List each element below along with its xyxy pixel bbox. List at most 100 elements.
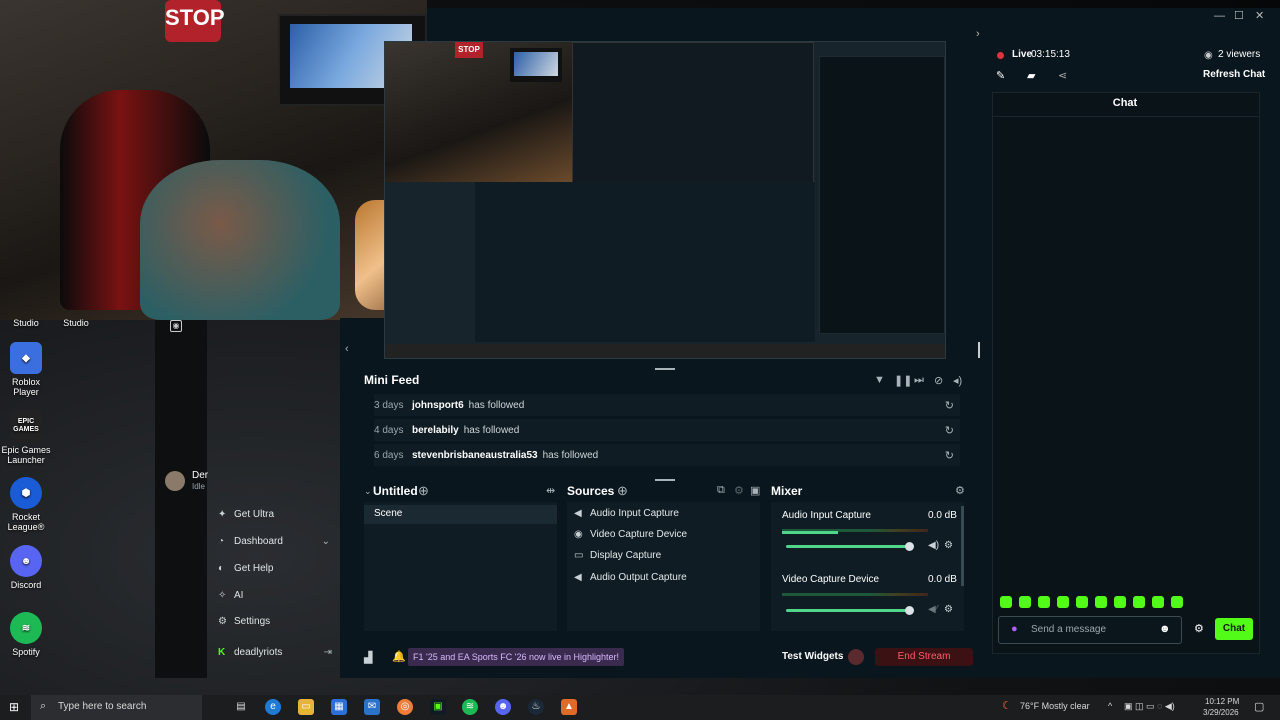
volume-slider[interactable]	[786, 545, 910, 548]
clock-time[interactable]: 10:12 PM	[1205, 697, 1239, 706]
resize-handle[interactable]	[978, 342, 980, 358]
chevron-right-icon[interactable]: ›	[976, 28, 980, 40]
nav-get-help[interactable]: ◐ Get Help	[218, 563, 273, 574]
file-explorer-icon[interactable]: ▭	[298, 699, 314, 715]
share-icon[interactable]: ⋖	[1058, 69, 1067, 82]
highlighter-banner[interactable]: F1 '25 and EA Sports FC '26 now live in …	[408, 648, 625, 666]
source-item[interactable]: ◀ Audio Input Capture	[574, 508, 679, 519]
task-view-icon[interactable]: ▤	[233, 699, 249, 715]
close-button[interactable]: ✕	[1255, 9, 1264, 22]
emote-icon[interactable]	[1133, 596, 1145, 608]
notifications-icon[interactable]: ▢	[1254, 700, 1264, 713]
replay-icon[interactable]: ↻	[945, 449, 954, 462]
scene-item-selected[interactable]: Scene	[364, 505, 557, 524]
source-item[interactable]: ◀ Audio Output Capture	[574, 572, 687, 583]
emote-icon[interactable]	[1076, 596, 1088, 608]
edge-icon[interactable]: e	[265, 699, 281, 715]
end-stream-button[interactable]: End Stream	[875, 648, 973, 666]
volume-slider-knob[interactable]	[905, 606, 914, 615]
desktop-icon-discord[interactable]: ☻ Discord	[0, 545, 52, 590]
chrome-icon[interactable]: ◎	[397, 699, 413, 715]
emote-icon[interactable]	[1000, 596, 1012, 608]
stats-icon[interactable]: ▟	[364, 651, 372, 664]
discord-taskbar-icon[interactable]: ☻	[495, 699, 511, 715]
emote-icon[interactable]	[1114, 596, 1126, 608]
refresh-chat-button[interactable]: Refresh Chat	[1203, 69, 1265, 80]
chat-input[interactable]: ● Send a message ☻	[998, 616, 1182, 644]
mixer-settings-icon[interactable]: ⚙	[955, 484, 965, 497]
nav-ai[interactable]: ✧ AI	[218, 590, 243, 601]
replay-icon[interactable]: ↻	[945, 399, 954, 412]
profile-widget[interactable]: Der Idle	[163, 468, 208, 494]
desktop-icon-epic[interactable]: EPIC GAMES Epic Games Launcher	[0, 410, 52, 465]
collapse-icon[interactable]: ‹	[345, 343, 349, 355]
maximize-button[interactable]: ☐	[1234, 9, 1244, 22]
minimize-button[interactable]: —	[1214, 10, 1225, 22]
desktop-icon-spotify[interactable]: ≋ Spotify	[0, 612, 52, 657]
chat-send-button[interactable]: Chat	[1215, 618, 1253, 640]
replay-icon[interactable]: ↻	[945, 424, 954, 437]
add-scene-icon[interactable]: ⊕	[418, 483, 429, 499]
desktop-icon-rocket-league[interactable]: ⬢ Rocket League®	[0, 477, 52, 532]
emote-icon[interactable]	[1095, 596, 1107, 608]
desktop-icon-roblox[interactable]: ◆ Roblox Player	[0, 342, 52, 397]
scene-transition-icon[interactable]: ⇹	[546, 484, 555, 497]
nav-get-ultra[interactable]: ✦ Get Ultra	[218, 509, 274, 520]
add-source-icon[interactable]: ⊕	[617, 483, 628, 499]
mute-alerts-icon[interactable]: ⊘	[934, 374, 943, 387]
clock-date[interactable]: 3/29/2026	[1203, 708, 1239, 717]
tray-icons[interactable]: ▣ ◫ ▭ ◌ ◀)	[1124, 701, 1175, 712]
nav-account[interactable]: Kdeadlyriots ⇥	[218, 647, 332, 658]
volume-slider-knob[interactable]	[905, 542, 914, 551]
microphone-icon[interactable]: ●	[1011, 623, 1018, 635]
desktop-icon-studio-2[interactable]: Studio	[50, 318, 102, 328]
logout-icon[interactable]: ⇥	[324, 647, 332, 658]
weather-text[interactable]: 76°F Mostly clear	[1020, 701, 1090, 711]
muted-speaker-icon[interactable]: ◀⁄	[928, 604, 937, 615]
scene-collection-title[interactable]: Untitled	[373, 484, 418, 498]
pause-icon[interactable]: ❚❚	[894, 374, 912, 387]
speaker-icon[interactable]: ◀)	[928, 540, 939, 551]
tray-chevron-icon[interactable]: ^	[1108, 701, 1112, 711]
emote-icon[interactable]	[1057, 596, 1069, 608]
chat-settings-icon[interactable]: ⚙	[1194, 622, 1204, 635]
skip-icon[interactable]: ⏭	[914, 374, 924, 387]
emote-icon[interactable]	[1171, 596, 1183, 608]
emoji-icon[interactable]: ☻	[1159, 623, 1171, 635]
windows-start-icon[interactable]: ⊞	[9, 700, 19, 714]
edit-icon[interactable]: ✎	[996, 69, 1005, 82]
test-widgets-icon[interactable]	[848, 649, 864, 665]
drag-handle[interactable]	[655, 479, 675, 481]
nav-settings[interactable]: ⚙ Settings	[218, 616, 270, 627]
gear-icon[interactable]: ⚙	[944, 540, 953, 551]
volume-icon[interactable]: ◂)	[953, 374, 962, 387]
emote-icon[interactable]	[1019, 596, 1031, 608]
emote-icon[interactable]	[1152, 596, 1164, 608]
weather-icon[interactable]: ☾	[1002, 699, 1012, 712]
stream-preview[interactable]: STOP	[384, 41, 946, 359]
source-item[interactable]: ◉ Video Capture Device	[574, 529, 687, 540]
chevron-down-icon[interactable]: ⌄	[364, 486, 372, 497]
source-item[interactable]: ▭ Display Capture	[574, 550, 661, 561]
streamlabs-icon[interactable]: ▣	[430, 699, 446, 715]
source-settings-icon[interactable]: ⚙	[734, 484, 744, 497]
folder-icon[interactable]: ⧉	[717, 484, 725, 497]
taskbar-search[interactable]: ⌕ Type here to search	[31, 695, 202, 720]
test-widgets-button[interactable]: Test Widgets	[782, 651, 843, 662]
filter-icon[interactable]: ▼	[874, 374, 885, 386]
app-taskbar-icon[interactable]: ▲	[561, 699, 577, 715]
mail-icon[interactable]: ✉	[364, 699, 380, 715]
store-icon[interactable]: ▦	[331, 699, 347, 715]
nav-dashboard[interactable]: ◔ Dashboard ⌄	[218, 536, 330, 547]
gear-icon[interactable]: ⚙	[944, 604, 953, 615]
spotify-taskbar-icon[interactable]: ≋	[462, 699, 478, 715]
drag-handle[interactable]	[655, 368, 675, 370]
steam-icon[interactable]: ♨	[528, 699, 544, 715]
emote-icon[interactable]	[1038, 596, 1050, 608]
clip-icon[interactable]: ▰	[1027, 69, 1035, 82]
desktop-icon-studio-1[interactable]: Studio	[0, 318, 52, 328]
volume-slider[interactable]	[786, 609, 910, 612]
notification-icon[interactable]: 🔔	[392, 650, 406, 663]
mixer-scrollbar[interactable]	[961, 506, 964, 586]
source-folder-icon[interactable]: ▣	[750, 484, 760, 497]
